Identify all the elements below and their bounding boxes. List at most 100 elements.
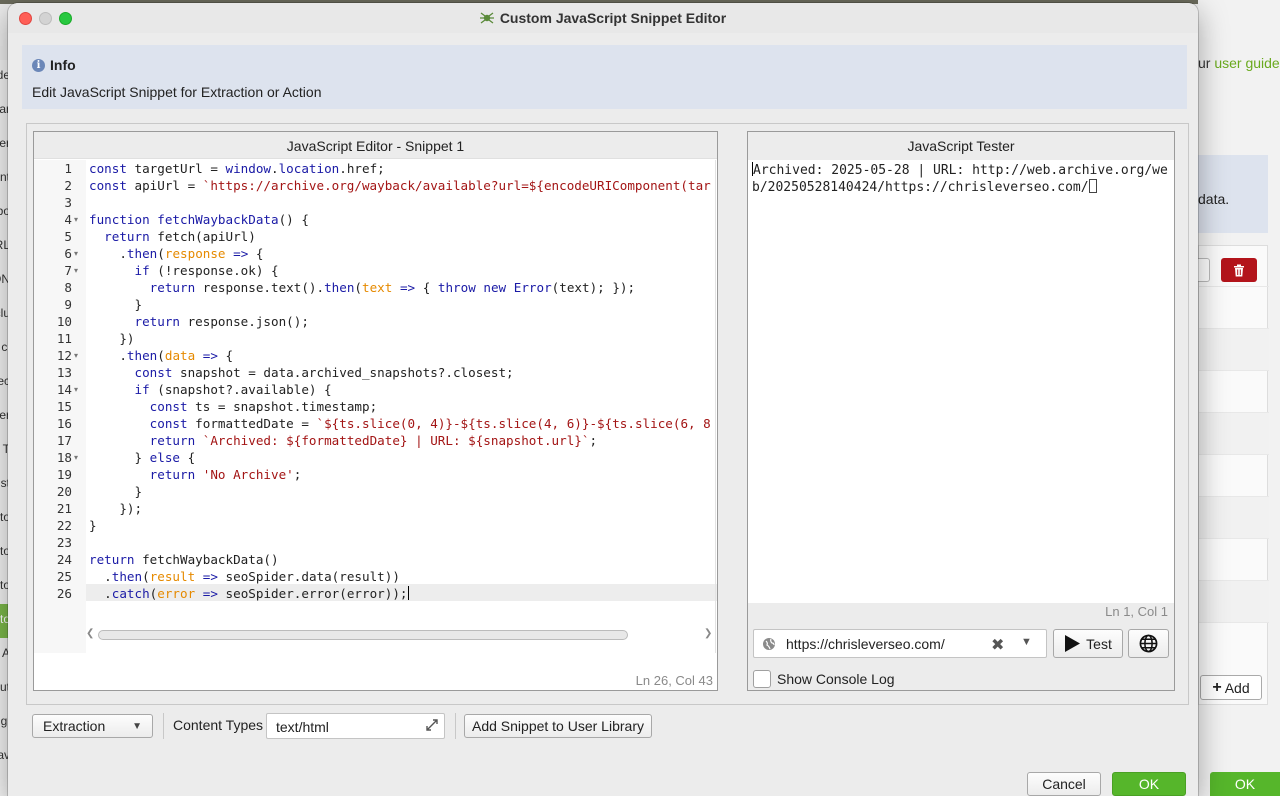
horizontal-scrollbar[interactable]: ❮ ❯ [84,628,714,642]
globe-icon [763,638,775,650]
code-text[interactable]: const targetUrl = window.location.href; c… [89,160,716,653]
line-number: 12 [56,348,72,363]
line-number: 14 [56,382,72,397]
editor-title: JavaScript Editor - Snippet 1 [34,132,717,159]
line-number: 4 [64,212,72,227]
line-number: 20 [56,484,72,499]
tester-output[interactable]: Archived: 2025-05-28 | URL: http://web.a… [748,160,1174,603]
title-bar: Custom JavaScript Snippet Editor [8,3,1198,33]
line-number: 1 [64,161,72,176]
fold-arrow-icon[interactable]: ▾ [74,245,78,262]
line-number: 17 [56,433,72,448]
snippet-type-select[interactable]: Extraction ▼ [32,714,153,738]
scroll-right-arrow-icon[interactable]: ❯ [704,628,712,639]
content-types-label: Content Types [173,717,264,733]
test-button[interactable]: Test [1053,629,1123,658]
line-number: 15 [56,399,72,414]
background-ok-button[interactable]: OK [1210,772,1280,796]
line-number-gutter: 1 2 3 4 ▾ 5 6 ▾ 7 ▾ 8 9 10 11 12 ▾ 13 14 ▾ 15 16 17 18 ▾ 19 20 21 2… [34,160,86,653]
code-line[interactable]: .then(result => seoSpider.data(result)) [89,568,400,585]
code-line[interactable]: } [89,483,142,500]
scroll-left-arrow-icon[interactable]: ❮ [86,628,94,639]
code-line[interactable]: }); [89,500,142,517]
fold-arrow-icon[interactable]: ▾ [74,211,78,228]
info-text: Edit JavaScript Snippet for Extraction o… [32,84,322,100]
line-number: 9 [64,297,72,312]
fold-arrow-icon[interactable]: ▾ [74,347,78,364]
code-line[interactable]: return fetch(apiUrl) [89,228,256,245]
chevron-down-icon[interactable]: ▼ [1021,636,1032,648]
test-url-field[interactable]: ✖ ▼ [753,629,1047,658]
code-area[interactable]: 1 2 3 4 ▾ 5 6 ▾ 7 ▾ 8 9 10 11 12 ▾ 13 14 ▾ 15 16 17 18 ▾ 19 20 21 2… [34,160,717,653]
code-line[interactable]: return response.json(); [89,313,309,330]
line-number: 19 [56,467,72,482]
code-line[interactable]: } [89,296,142,313]
line-number: 21 [56,501,72,516]
line-number: 2 [64,178,72,193]
code-line[interactable]: const ts = snapshot.timestamp; [89,398,377,415]
clear-icon[interactable]: ✖ [991,635,1004,655]
snippet-editor-dialog: Custom JavaScript Snippet Editor i Info … [8,3,1198,796]
code-line[interactable]: } else { [89,449,195,466]
add-snippet-to-library-button[interactable]: Add Snippet to User Library [464,714,652,738]
code-line[interactable]: const apiUrl = `https://archive.org/wayb… [89,177,711,194]
line-number: 25 [56,569,72,584]
window-title: Custom JavaScript Snippet Editor [8,10,1198,26]
play-icon [1065,635,1081,652]
cancel-button[interactable]: Cancel [1027,772,1101,796]
content-types-field[interactable] [266,713,445,739]
line-number: 18 [56,450,72,465]
fold-arrow-icon[interactable]: ▾ [74,262,78,279]
line-number: 24 [56,552,72,567]
show-console-log-label: Show Console Log [777,671,895,687]
background-list-panel [1198,245,1269,705]
tester-title: JavaScript Tester [748,132,1174,159]
line-number: 13 [56,365,72,380]
tester-cursor-position: Ln 1, Col 1 [1105,604,1168,619]
code-line[interactable]: if (snapshot?.available) { [89,381,332,398]
expand-icon[interactable] [425,718,439,732]
code-line[interactable]: .then(response => { [89,245,263,262]
show-console-log-checkbox[interactable] [753,670,771,688]
javascript-editor: JavaScript Editor - Snippet 1 1 2 3 4 ▾ 5 6 ▾ 7 ▾… [33,131,718,691]
code-line[interactable]: .then(data => { [89,347,233,364]
toolbar-separator [455,713,456,739]
toolbar-separator [163,713,164,739]
background-user-guide-text: ur user guide [1198,55,1280,71]
code-line[interactable]: if (!response.ok) { [89,262,279,279]
code-line[interactable]: } [89,517,97,534]
user-guide-link[interactable]: user guide [1214,55,1279,71]
code-line[interactable]: return response.text().then(text => { th… [89,279,635,296]
background-add-button[interactable]: + Add [1200,675,1262,700]
code-line[interactable]: return `Archived: ${formattedDate} | URL… [89,432,597,449]
plus-icon: + [1212,678,1222,696]
line-number: 6 [64,246,72,261]
code-line[interactable]: }) [89,330,134,347]
code-line[interactable]: return fetchWaybackData() [89,551,279,568]
code-line[interactable]: const snapshot = data.archived_snapshots… [89,364,514,381]
line-number: 10 [56,314,72,329]
info-heading: i Info [32,57,76,73]
code-line[interactable]: .catch(error => seoSpider.error(error)); [89,585,409,602]
fold-arrow-icon[interactable]: ▾ [74,381,78,398]
background-delete-button[interactable] [1221,258,1257,282]
text-cursor [407,586,409,600]
line-number: 7 [64,263,72,278]
code-line[interactable]: function fetchWaybackData() { [89,211,309,228]
test-url-input[interactable] [786,635,986,653]
javascript-tester: JavaScript Tester Archived: 2025-05-28 |… [747,131,1175,691]
ok-button[interactable]: OK [1112,772,1186,796]
dropdown-arrow-icon: ▼ [132,720,142,732]
code-line[interactable]: const formattedDate = `${ts.slice(0, 4)}… [89,415,711,432]
background-edit-button[interactable] [1198,258,1210,282]
spider-app-icon [479,12,494,24]
code-line[interactable]: const targetUrl = window.location.href; [89,160,385,177]
line-number: 3 [64,195,72,210]
open-browser-button[interactable] [1128,629,1169,658]
line-number: 22 [56,518,72,533]
scrollbar-thumb[interactable] [98,630,628,640]
code-line[interactable]: return 'No Archive'; [89,466,302,483]
fold-arrow-icon[interactable]: ▾ [74,449,78,466]
line-number: 26 [56,586,72,601]
content-types-input[interactable] [276,718,416,736]
